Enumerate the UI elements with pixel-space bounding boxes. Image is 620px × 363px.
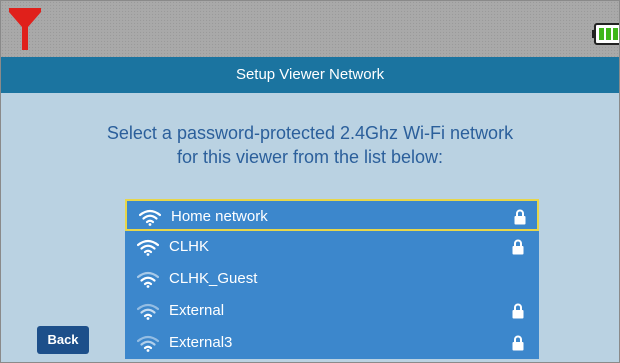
lock-icon bbox=[512, 239, 524, 255]
battery-icon bbox=[592, 23, 619, 45]
wifi-icon bbox=[137, 303, 159, 320]
network-name: CLHK_Guest bbox=[169, 270, 258, 287]
viewer-screen: Setup Viewer Network Select a password-p… bbox=[0, 0, 620, 363]
network-name: Home network bbox=[171, 208, 268, 225]
network-row-external3[interactable]: External3 bbox=[125, 327, 539, 359]
network-row-clhk[interactable]: CLHK bbox=[125, 231, 539, 263]
lock-icon bbox=[514, 209, 526, 225]
network-name: CLHK bbox=[169, 238, 210, 255]
network-name: External3 bbox=[169, 334, 233, 351]
status-bar bbox=[1, 1, 619, 57]
wifi-icon bbox=[137, 239, 159, 256]
instruction-line-2: for this viewer from the list below: bbox=[176, 147, 444, 167]
instruction-text: Select a password-protected 2.4Ghz Wi-Fi… bbox=[21, 121, 599, 169]
wifi-icon bbox=[137, 335, 159, 352]
page-title: Setup Viewer Network bbox=[1, 57, 619, 93]
back-button[interactable]: Back bbox=[37, 326, 89, 354]
wifi-icon bbox=[137, 271, 159, 288]
network-name: External bbox=[169, 302, 225, 319]
instruction-line-1: Select a password-protected 2.4Ghz Wi-Fi… bbox=[106, 123, 514, 143]
lock-icon bbox=[512, 335, 524, 351]
main-content: Select a password-protected 2.4Ghz Wi-Fi… bbox=[1, 93, 619, 362]
network-row-clhk-guest[interactable]: CLHK_Guest bbox=[125, 263, 539, 295]
lock-icon bbox=[512, 303, 524, 319]
wifi-icon bbox=[139, 209, 161, 226]
network-row-external[interactable]: External bbox=[125, 295, 539, 327]
network-list[interactable]: Home network CLHK CLHK_Guest External Ex… bbox=[125, 199, 539, 359]
network-row-home-network[interactable]: Home network bbox=[125, 199, 539, 231]
signal-strength-icon bbox=[9, 8, 41, 50]
